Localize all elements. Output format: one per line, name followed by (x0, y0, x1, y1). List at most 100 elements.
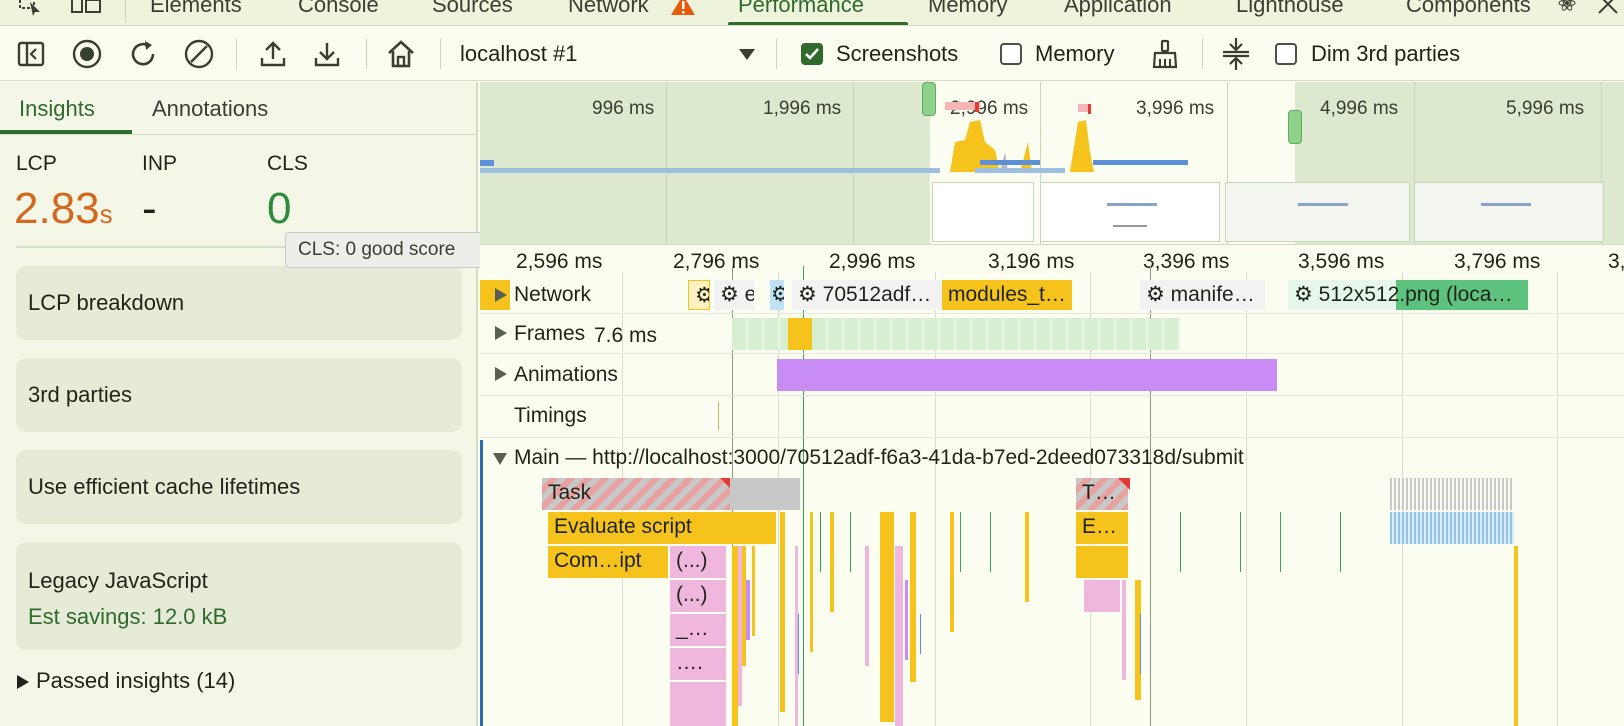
performance-timeline: 996 ms 1,996 ms 2,996 ms 3,996 ms 4,996 … (480, 82, 1624, 726)
inspect-icon[interactable] (18, 0, 46, 16)
warning-icon (670, 0, 696, 16)
passed-insights-toggle[interactable]: Passed insights (14) (14, 666, 314, 700)
toolbar-separator (1202, 39, 1203, 69)
network-request-label: 70512adf… (822, 283, 932, 306)
network-request[interactable]: ⚙ 70512adf… (792, 280, 942, 310)
timings-track-label: Timings (514, 404, 587, 427)
network-request[interactable]: ⚙ (770, 280, 784, 310)
lcp-value[interactable]: 2.83s (14, 184, 113, 234)
insight-card-title: Use efficient cache lifetimes (28, 474, 301, 499)
toolbar-separator (440, 39, 441, 69)
insight-card-savings: Est savings: 12.0 kB (28, 604, 228, 629)
network-request-label: modules_t… (948, 283, 1066, 306)
inp-label: INP (142, 152, 178, 175)
cls-label: CLS (267, 152, 308, 175)
active-tab-indicator (728, 22, 908, 25)
reload-icon[interactable] (126, 37, 160, 71)
insight-card-cache-lifetimes[interactable]: Use efficient cache lifetimes (16, 450, 462, 524)
react-icon (1558, 0, 1576, 12)
network-request[interactable]: modules_t… (942, 280, 1072, 310)
target-select[interactable]: localhost #1 (452, 35, 762, 73)
tab-divider (125, 0, 126, 22)
network-request-label: e (744, 283, 754, 306)
ruler-tick: 3,196 ms (988, 250, 1075, 273)
record-icon[interactable] (70, 37, 104, 71)
insight-card-lcp-breakdown[interactable]: LCP breakdown (16, 266, 462, 340)
memory-label: Memory (1035, 41, 1115, 66)
cls-value[interactable]: 0 (267, 184, 291, 234)
dim-3rd-parties-checkbox[interactable] (1275, 43, 1297, 65)
triangle-right-icon (17, 675, 29, 689)
toolbar-separator (366, 39, 367, 69)
screenshot-thumb[interactable] (1040, 182, 1220, 242)
tab-application[interactable]: Application (1064, 0, 1172, 18)
tab-lighthouse[interactable]: Lighthouse (1236, 0, 1344, 18)
frames-duration: 7.6 ms (594, 324, 658, 347)
screenshots-checkbox[interactable] (801, 43, 823, 65)
ruler-tick: 3, (1608, 250, 1624, 273)
cls-tooltip: CLS: 0 good score (285, 232, 505, 268)
triangle-right-icon[interactable] (494, 287, 508, 303)
flame-slivers (732, 512, 1518, 726)
dim-3rd-parties-label: Dim 3rd parties (1311, 41, 1461, 66)
ruler-tick: 2,796 ms (673, 250, 760, 273)
broom-icon[interactable] (1148, 37, 1182, 71)
home-icon[interactable] (384, 37, 418, 71)
cpu-activity-chart (480, 102, 1188, 173)
chevron-down-icon (738, 47, 756, 66)
insight-card-title: LCP breakdown (28, 290, 185, 315)
lcp-unit: s (99, 199, 113, 229)
passed-insights-label: Passed insights (14) (36, 668, 236, 693)
animations-track-label: Animations (514, 363, 618, 386)
animation-bar[interactable] (777, 359, 1277, 391)
lcp-label: LCP (16, 152, 57, 175)
close-icon[interactable] (1596, 0, 1620, 14)
screenshot-thumb[interactable] (1225, 182, 1410, 242)
insight-card-title: Legacy JavaScript (28, 568, 208, 593)
screenshot-thumb[interactable] (1414, 182, 1604, 242)
tab-performance[interactable]: Performance (738, 0, 864, 18)
tab-annotations[interactable]: Annotations (152, 96, 268, 122)
devtools-tab-bar: Elements Console Sources Network Perform… (0, 0, 1624, 26)
sidebar-toggle-icon[interactable] (14, 37, 48, 71)
inp-value[interactable]: - (142, 184, 157, 234)
tab-network[interactable]: Network (568, 0, 649, 18)
download-icon[interactable] (310, 37, 344, 71)
memory-checkbox[interactable] (1000, 43, 1022, 65)
frame-long[interactable] (788, 318, 812, 350)
insight-card-3rd-parties[interactable]: 3rd parties (16, 358, 462, 432)
tab-memory[interactable]: Memory (928, 0, 1007, 18)
tab-console[interactable]: Console (298, 0, 379, 18)
network-request[interactable]: ⚙ e (714, 280, 754, 310)
tab-sources[interactable]: Sources (432, 0, 513, 18)
tab-elements[interactable]: Elements (150, 0, 242, 18)
collapse-icon[interactable] (1219, 37, 1253, 71)
timing-marker[interactable] (718, 402, 719, 430)
network-request[interactable]: ⚙ (688, 280, 710, 310)
triangle-down-icon[interactable] (492, 452, 508, 466)
main-track-label[interactable]: Main — http://localhost:3000/70512adf-f6… (514, 446, 1244, 470)
ruler-tick: 3,396 ms (1143, 250, 1230, 273)
toolbar-separator (776, 39, 777, 69)
insights-sidebar: Insights Annotations LCP INP CLS 2.83s -… (0, 82, 478, 726)
selection-handle-right[interactable] (1288, 110, 1302, 144)
toolbar-separator (236, 39, 237, 69)
target-select-value: localhost #1 (460, 41, 578, 66)
selection-handle-left[interactable] (922, 82, 936, 116)
triangle-right-icon[interactable] (494, 366, 508, 382)
timings-track[interactable] (480, 396, 1624, 438)
ruler-tick: 3,596 ms (1298, 250, 1385, 273)
device-icon[interactable] (70, 0, 104, 16)
insight-card-legacy-javascript[interactable]: Legacy JavaScript Est savings: 12.0 kB (16, 542, 462, 650)
upload-icon[interactable] (256, 37, 290, 71)
network-request[interactable]: ⚙ 512x512.png (loca… (1288, 280, 1528, 310)
screenshot-thumb[interactable] (932, 182, 1034, 242)
network-request[interactable]: ⚙ manife… (1140, 280, 1265, 310)
tab-insights[interactable]: Insights (19, 96, 95, 122)
network-track-label: Network (514, 283, 592, 306)
triangle-right-icon[interactable] (494, 325, 508, 341)
tab-components[interactable]: Components (1406, 0, 1531, 18)
network-request-label: manife… (1170, 283, 1255, 306)
ruler-tick: 2,596 ms (516, 250, 603, 273)
clear-icon[interactable] (182, 37, 216, 71)
